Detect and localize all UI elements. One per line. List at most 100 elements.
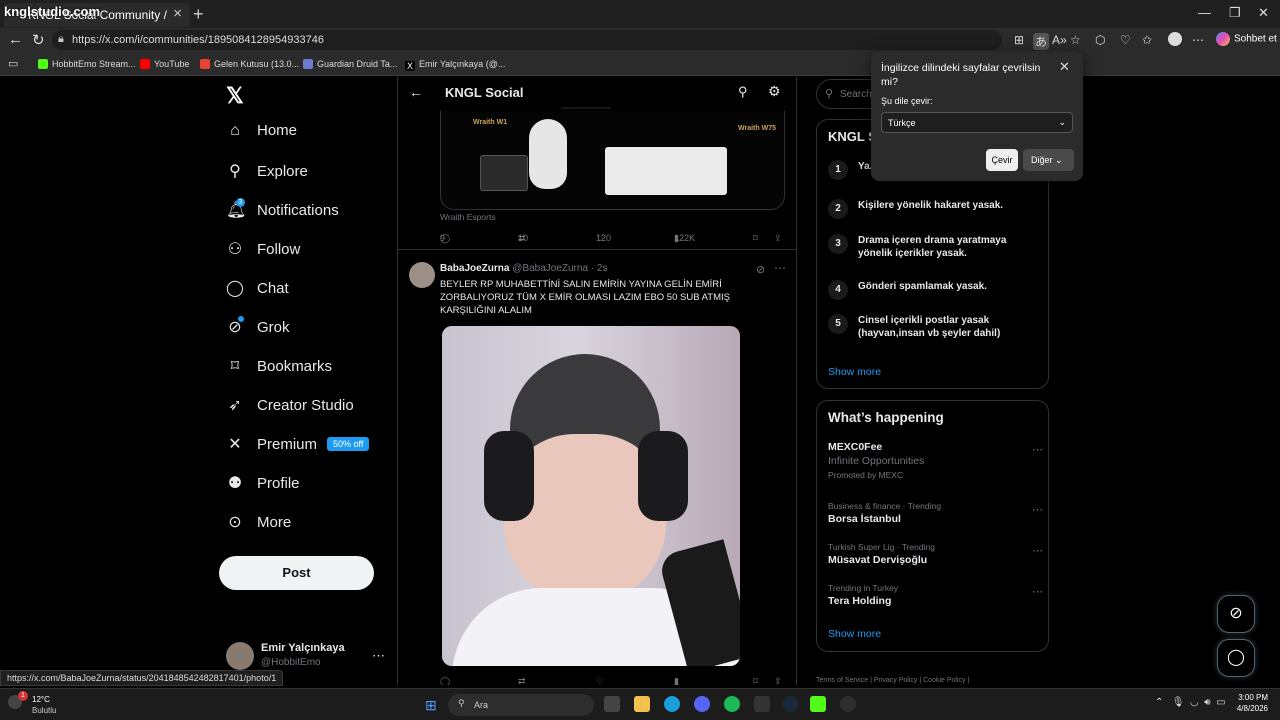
task-view-icon[interactable] — [604, 696, 620, 712]
copilot-chat-button[interactable]: Sohbet et — [1216, 32, 1277, 46]
more-options-icon[interactable]: ⋯ — [1032, 585, 1043, 598]
search-icon[interactable]: ⚲ — [738, 84, 748, 100]
heart-icon[interactable]: ♡ — [596, 676, 604, 685]
tweet-time[interactable]: · 2s — [591, 263, 608, 274]
ad-image[interactable]: Wraith W1 Wraith W75 — [440, 107, 785, 210]
account-switcher[interactable]: Emir Yalçınkaya @HobbitEmo ⋯ — [226, 640, 386, 672]
spotify-icon[interactable] — [724, 696, 740, 712]
rule-item[interactable]: 3 Drama içeren drama yaratmaya yönelik iç… — [828, 234, 1043, 264]
sidebar-item-premium[interactable]: ✕ Premium 50% off — [226, 434, 370, 454]
sidebar-item-notifications[interactable]: 🔔︎ Notifications 3 — [226, 198, 339, 220]
trend-item[interactable]: MEXC0Fee Infinite Opportunities Promoted b… — [828, 441, 1043, 480]
grok-icon[interactable]: ⊘ — [756, 263, 765, 276]
more-options-icon[interactable]: ⋯ — [774, 261, 786, 275]
trend-item[interactable]: Turkish Super Lig · Trending Müsavat Derv… — [828, 542, 1043, 566]
bookmark-item[interactable]: HobbitEmo Stream... — [38, 59, 136, 69]
browser-essentials-icon[interactable]: ♡ — [1120, 33, 1131, 47]
sidebar-item-more[interactable]: ⊙ More — [226, 512, 291, 532]
tweet-photo[interactable] — [442, 326, 740, 666]
rule-item[interactable]: 5 Cinsel içerikli postlar yasak (hayvan,i… — [828, 314, 1043, 344]
clock[interactable]: 3:00 PM 4/8/2026 — [1232, 693, 1268, 713]
bookmark-item[interactable]: X Emir Yalçınkaya (@... — [405, 59, 505, 71]
grok-fab-icon[interactable]: ⊘ — [1217, 595, 1255, 633]
translate-button[interactable]: Çevir — [986, 149, 1018, 171]
wifi-icon[interactable]: ◡ — [1190, 697, 1199, 708]
x-logo-icon[interactable]: 𝕏 — [226, 83, 244, 109]
back-arrow-icon[interactable]: ← — [409, 84, 423, 100]
more-options-icon[interactable]: ⋯ — [1032, 503, 1043, 516]
trend-item[interactable]: Trending in Turkey Tera Holding ⋯ — [828, 583, 1043, 607]
windows-start-icon[interactable]: ⊞ — [425, 697, 437, 714]
more-options-icon[interactable]: ⋯ — [1032, 443, 1043, 456]
chevron-up-icon[interactable]: ⌃ — [1155, 697, 1163, 708]
gear-icon[interactable]: ⚙ — [768, 83, 781, 100]
battery-icon[interactable]: ▭ — [1216, 697, 1225, 708]
language-select[interactable]: Türkçe ⌄ — [881, 112, 1073, 133]
new-tab-icon[interactable]: + — [193, 4, 204, 25]
tweet[interactable]: BabaJoeZurna @BabaJoeZurna · 2s ⊘ ⋯ BEYL… — [398, 249, 796, 685]
terminal-icon[interactable] — [754, 696, 770, 712]
guardian-druid-icon — [303, 59, 313, 69]
rules-show-more[interactable]: Show more — [828, 366, 881, 378]
messages-fab-icon[interactable]: ◯ — [1217, 639, 1255, 677]
url-field[interactable]: 🔒︎ https://x.com/i/communities/189508412… — [52, 30, 1002, 50]
footer-links[interactable]: Terms of Service | Privacy Policy | Cook… — [816, 677, 969, 684]
more-options-icon[interactable]: ⋯ — [1032, 544, 1043, 557]
author-name[interactable]: BabaJoeZurna — [440, 263, 509, 274]
share-icon[interactable]: ⇪ — [774, 676, 782, 685]
author-handle[interactable]: @BabaJoeZurna — [512, 263, 588, 274]
discord-icon[interactable] — [694, 696, 710, 712]
translate-icon[interactable]: あ — [1033, 33, 1050, 50]
more-options-icon[interactable]: ⋯ — [372, 648, 385, 664]
rule-item[interactable]: 2 Kişilere yönelik hakaret yasak. — [828, 199, 1043, 229]
back-arrow-icon[interactable]: ← — [8, 31, 23, 48]
sidebar-item-chat[interactable]: ◯ Chat — [226, 278, 289, 298]
minimize-icon[interactable]: — — [1198, 5, 1211, 20]
volume-icon[interactable]: 🔊︎ — [1204, 697, 1210, 708]
sidebar-item-profile[interactable]: ⚉ Profile — [226, 473, 300, 493]
file-explorer-icon[interactable] — [634, 696, 650, 712]
avatar — [226, 642, 254, 670]
rule-item[interactable]: 4 Gönderi spamlamak yasak. — [828, 280, 1043, 310]
close-window-icon[interactable]: ✕ — [1258, 5, 1269, 21]
favorites-icon[interactable]: ✩ — [1142, 33, 1152, 47]
close-tab-icon[interactable]: × — [173, 5, 182, 22]
edge-icon[interactable] — [664, 696, 680, 712]
sidebar-item-bookmarks[interactable]: ⌑ Bookmarks — [226, 356, 332, 376]
microphone-icon[interactable]: 🎙︎ — [1172, 697, 1185, 708]
apps-icon[interactable]: ⊞ — [1014, 33, 1024, 47]
share-icon[interactable]: ⇪ — [774, 233, 782, 244]
other-button[interactable]: Diğer ⌄ — [1023, 149, 1074, 171]
reply-icon[interactable]: ◯ — [440, 676, 450, 685]
bookmark-item[interactable]: Guardian Druid Ta... — [303, 59, 397, 69]
refresh-icon[interactable]: ↻ — [32, 31, 45, 49]
maximize-icon[interactable]: ❐ — [1229, 5, 1241, 21]
read-aloud-icon[interactable]: A» — [1052, 33, 1067, 47]
system-tray[interactable]: ⌃ 🎙︎ ◡ 🔊︎ ▭ — [1155, 697, 1226, 708]
steam-icon[interactable] — [782, 696, 798, 712]
extensions-icon[interactable]: ⬡ — [1095, 33, 1105, 47]
avatar[interactable] — [409, 262, 435, 288]
post-button[interactable]: Post — [219, 556, 374, 590]
kick-icon[interactable] — [810, 696, 826, 712]
bookmark-icon[interactable]: ⌑ — [753, 233, 758, 244]
obs-icon[interactable] — [840, 696, 856, 712]
sidebar-item-grok[interactable]: ⊘ Grok — [226, 316, 290, 337]
taskbar-search[interactable]: ⚲ Ara — [448, 694, 594, 716]
settings-more-icon[interactable]: ⋯ — [1192, 33, 1204, 47]
favorite-star-icon[interactable]: ☆ — [1070, 33, 1081, 47]
trend-item[interactable]: Business & finance · Trending Borsa İstan… — [828, 501, 1043, 525]
close-icon[interactable]: ✕ — [1059, 59, 1070, 75]
bookmark-item[interactable]: YouTube — [140, 59, 189, 69]
collections-icon[interactable]: ▭ — [8, 57, 18, 70]
bookmark-icon[interactable]: ⌑ — [753, 676, 758, 685]
repost-icon[interactable]: ⇄ — [518, 676, 526, 685]
bookmark-item[interactable]: Gelen Kutusu (13.0... — [200, 59, 299, 69]
sidebar-item-follow[interactable]: ⚇ Follow — [226, 239, 301, 259]
sidebar-item-creator-studio[interactable]: ➶ Creator Studio — [226, 395, 353, 415]
sidebar-item-home[interactable]: ⌂ Home — [226, 122, 297, 140]
happening-show-more[interactable]: Show more — [828, 628, 881, 640]
views-icon[interactable]: ▮ — [674, 676, 679, 685]
sidebar-item-explore[interactable]: ⚲ Explore — [226, 161, 308, 181]
profile-avatar-icon[interactable] — [1168, 32, 1182, 46]
